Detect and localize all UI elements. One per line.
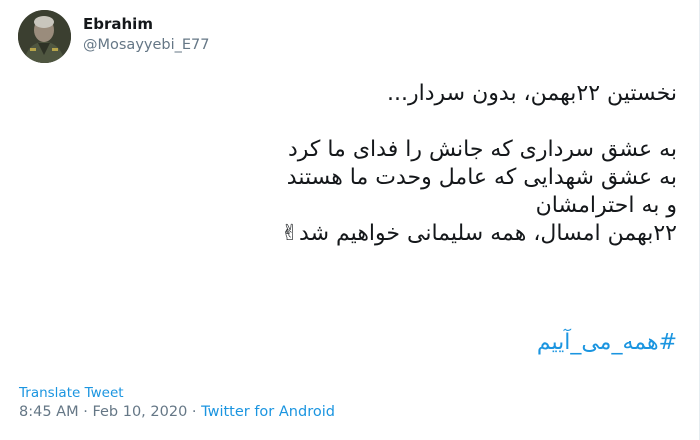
tweet-line: به عشق شهدایی که عامل وحدت ما هستند <box>286 165 677 190</box>
tweet-card: Ebrahim @Mosayyebi_E77 نخستین ۲۲بهمن، بد… <box>0 0 700 440</box>
author-display-name[interactable]: Ebrahim <box>83 14 210 34</box>
tweet-text: نخستین ۲۲بهمن، بدون سردار... به عشق سردا… <box>37 80 677 248</box>
tweet-time[interactable]: 8:45 AM <box>19 404 79 420</box>
tweet-line: ۲۲بهمن امسال، همه سلیمانی خواهیم شد✌ <box>280 221 677 246</box>
avatar[interactable] <box>18 10 71 63</box>
meta-separator: · <box>191 404 197 420</box>
tweet-line: نخستین ۲۲بهمن، بدون سردار... <box>387 81 677 106</box>
tweet-line: و به احترامشان <box>535 193 677 218</box>
hashtag-link[interactable]: #همه_می_آییم <box>537 330 677 355</box>
author-info: Ebrahim @Mosayyebi_E77 <box>83 10 210 55</box>
meta-separator: · <box>83 404 88 420</box>
tweet-line: به عشق سرداری که جانش را فدای ما کرد <box>287 137 677 162</box>
tweet-date[interactable]: Feb 10, 2020 <box>92 404 187 420</box>
tweet-header: Ebrahim @Mosayyebi_E77 <box>18 10 210 70</box>
tweet-metadata: 8:45 AM · Feb 10, 2020 · Twitter for And… <box>19 404 335 420</box>
avatar-portrait-icon <box>18 10 71 63</box>
tweet-source-link[interactable]: Twitter for Android <box>201 404 335 420</box>
translate-tweet-link[interactable]: Translate Tweet <box>19 385 124 401</box>
author-handle[interactable]: @Mosayyebi_E77 <box>83 35 210 55</box>
